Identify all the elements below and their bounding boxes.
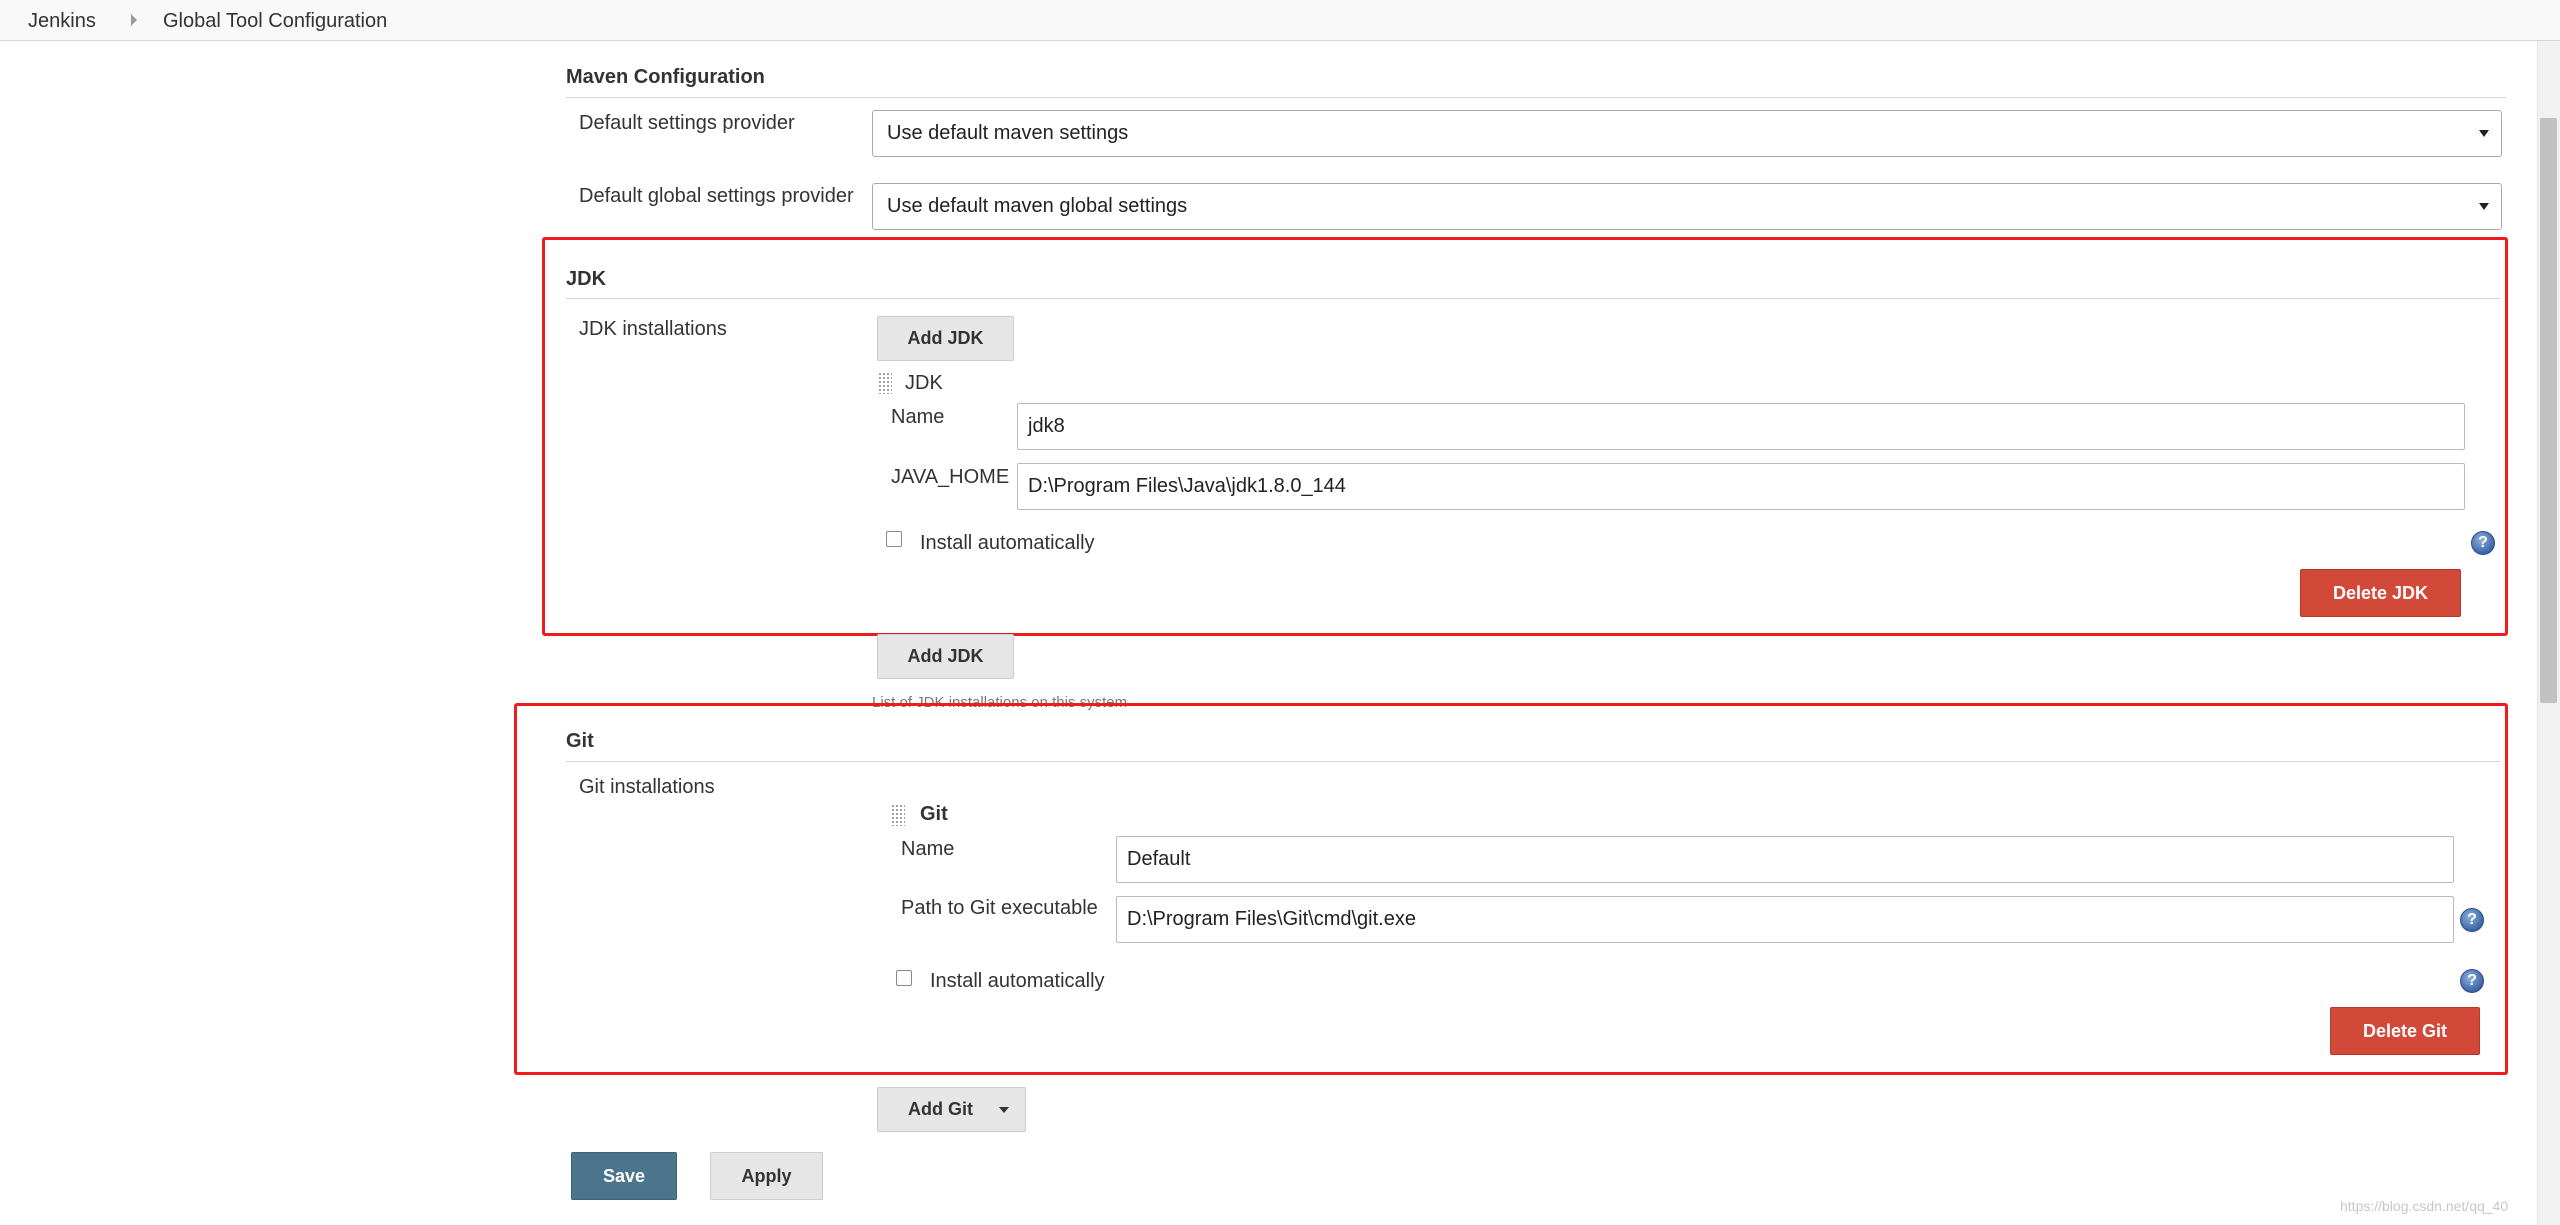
drag-handle-icon[interactable] — [878, 372, 892, 394]
delete-git-button[interactable]: Delete Git — [2330, 1007, 2480, 1055]
dropdown-caret-icon — [999, 1107, 1009, 1114]
git-item-title: Git — [920, 803, 948, 825]
select-arrow-icon — [2479, 130, 2489, 137]
jdk-name-label: Name — [891, 406, 945, 428]
git-path-input[interactable]: D:\Program Files\Git\cmd\git.exe — [1116, 896, 2454, 943]
breadcrumb-separator-icon — [131, 14, 137, 26]
git-install-help-icon[interactable]: ? — [2460, 969, 2484, 993]
save-button[interactable]: Save — [571, 1152, 677, 1200]
jdk-installations-label: JDK installations — [579, 318, 727, 340]
default-settings-select[interactable]: Use default maven settings — [872, 110, 2502, 157]
default-global-settings-value: Use default maven global settings — [887, 195, 1188, 217]
default-settings-label: Default settings provider — [579, 112, 795, 134]
jdk-name-input[interactable]: jdk8 — [1017, 403, 2465, 450]
add-jdk-button[interactable]: Add JDK — [877, 316, 1014, 361]
git-install-automatically-checkbox[interactable] — [896, 970, 912, 986]
delete-jdk-button[interactable]: Delete JDK — [2300, 569, 2461, 617]
jdk-install-help-icon[interactable]: ? — [2471, 531, 2495, 555]
git-section-divider — [566, 761, 2501, 762]
jdk-install-automatically-checkbox[interactable] — [886, 531, 902, 547]
add-git-label: Add Git — [908, 1099, 973, 1119]
default-global-settings-select[interactable]: Use default maven global settings — [872, 183, 2502, 230]
git-highlight-box — [514, 703, 2508, 1075]
select-arrow-icon — [2479, 203, 2489, 210]
git-path-label: Path to Git executable — [901, 897, 1098, 919]
git-installations-label: Git installations — [579, 776, 715, 798]
default-settings-value: Use default maven settings — [887, 122, 1129, 144]
maven-section-title: Maven Configuration — [566, 66, 765, 88]
breadcrumb: Jenkins Global Tool Configuration — [0, 0, 2560, 41]
maven-section-divider — [566, 97, 2506, 98]
jdk-section-title: JDK — [566, 268, 607, 290]
breadcrumb-item-jenkins[interactable]: Jenkins — [28, 10, 96, 33]
jdk-section-divider — [566, 298, 2501, 299]
java-home-label: JAVA_HOME — [891, 466, 1010, 488]
git-install-automatically-label: Install automatically — [930, 970, 1105, 992]
git-path-help-icon[interactable]: ? — [2460, 908, 2484, 932]
git-section-title: Git — [566, 730, 594, 752]
breadcrumb-item-global-tool-configuration[interactable]: Global Tool Configuration — [163, 10, 387, 33]
add-git-button[interactable]: Add Git — [877, 1087, 1026, 1132]
java-home-input[interactable]: D:\Program Files\Java\jdk1.8.0_144 — [1017, 463, 2465, 510]
drag-handle-icon[interactable] — [891, 804, 905, 826]
add-jdk-button-bottom[interactable]: Add JDK — [877, 634, 1014, 679]
jdk-install-automatically-label: Install automatically — [920, 532, 1095, 554]
default-global-settings-label: Default global settings provider — [579, 185, 854, 207]
git-name-label: Name — [901, 838, 955, 860]
watermark-text: https://blog.csdn.net/qq_40 — [2340, 1198, 2509, 1214]
vertical-scrollbar-thumb[interactable] — [2540, 118, 2557, 703]
apply-button[interactable]: Apply — [710, 1152, 823, 1200]
git-name-input[interactable]: Default — [1116, 836, 2454, 883]
jdk-item-title: JDK — [905, 372, 943, 394]
